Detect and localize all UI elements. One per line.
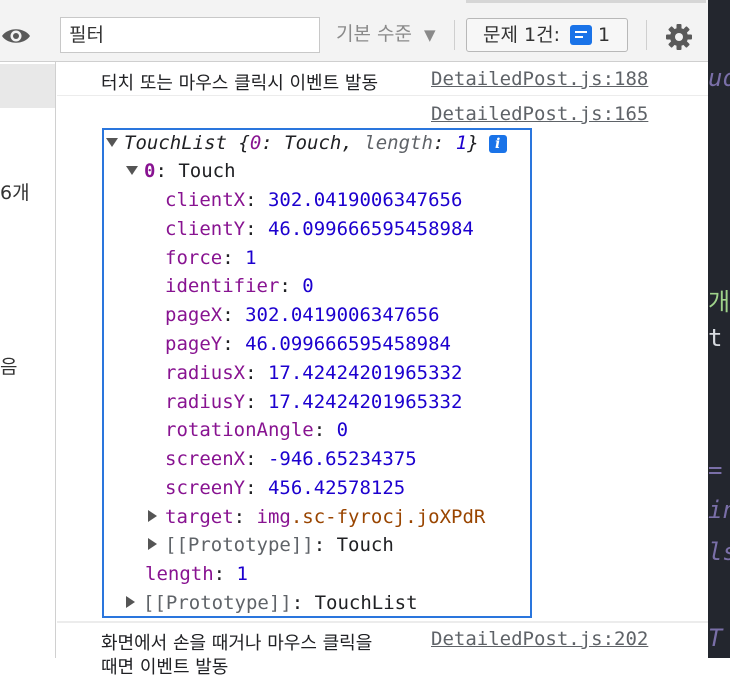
code-fragment: ud [708, 64, 730, 92]
log-message-text: 때면 이벤트 발동 [101, 657, 229, 678]
object-property-screenX: screenX: -946.65234375 [165, 448, 417, 471]
sidebar-item-label[interactable]: 6개 [0, 178, 30, 205]
object-prototype-touchlist[interactable]: [[Prototype]]: TouchList [126, 592, 418, 614]
code-fragment: t [708, 324, 723, 352]
issues-label: 문제 1건: [483, 24, 560, 46]
object-prototype-touch[interactable]: [[Prototype]]: Touch [148, 534, 394, 556]
property-key: rotationAngle [165, 419, 314, 442]
source-link[interactable]: DetailedPost.js:165 [431, 103, 648, 125]
object-header[interactable]: TouchList {0: Touch, length: 1} i [106, 132, 507, 154]
property-value: 17.42424201965332 [267, 361, 463, 384]
log-message-text: 화면에서 손을 때거나 마우스 클릭을 [101, 633, 373, 654]
property-key: clientX [165, 189, 246, 211]
console-message: 화면에서 손을 때거나 마우스 클릭을 때면 이벤트 발동 DetailedPo… [57, 622, 708, 678]
sidebar-selected-item[interactable] [0, 64, 55, 108]
source-link[interactable]: DetailedPost.js:188 [431, 68, 648, 90]
property-key: pageX [165, 304, 223, 327]
property-key: identifier [165, 275, 280, 298]
issues-button[interactable]: 문제 1건: 1 [466, 18, 628, 52]
property-value: 46.099666595458984 [245, 333, 451, 355]
toolbar-divider [646, 20, 647, 50]
toolbar-top-divider [466, 0, 706, 3]
property-value: 17.42424201965332 [267, 390, 463, 413]
log-level-label: 기본 수준 [336, 23, 412, 45]
collapsed-triangle-icon[interactable] [126, 596, 135, 608]
property-key: screenY [165, 477, 246, 499]
object-inspector: TouchList {0: Touch, length: 1} i 0: Touc… [102, 128, 532, 618]
object-property-radiusY: radiusY: 17.42424201965332 [165, 390, 463, 413]
expanded-triangle-icon[interactable] [126, 166, 138, 175]
property-value: 0 [336, 419, 349, 442]
log-message-text: 터치 또는 마우스 클릭시 이벤트 발동 [101, 73, 379, 94]
code-fragment: ls [708, 538, 730, 566]
sidebar-item-label[interactable]: 음 [0, 352, 17, 379]
object-property-force: force: 1 [165, 246, 257, 269]
issue-message-icon [569, 25, 592, 45]
property-value: 456.42578125 [267, 477, 406, 499]
property-value: -946.65234375 [267, 448, 417, 471]
property-key: screenX [165, 448, 246, 471]
log-level-dropdown[interactable]: 기본 수준 ▼ [336, 20, 436, 50]
object-property-pageY: pageY: 46.099666595458984 [165, 333, 451, 355]
object-property-identifier: identifier: 0 [165, 275, 314, 298]
object-property-target[interactable]: target: img.sc-fyrocj.joXPdR [148, 506, 485, 528]
property-value: 46.099666595458984 [267, 217, 474, 240]
object-property-screenY: screenY: 456.42578125 [165, 477, 406, 499]
collapsed-triangle-icon[interactable] [148, 538, 157, 550]
object-property-pageX: pageX: 302.0419006347656 [165, 304, 440, 327]
console-toolbar: 필터 기본 수준 ▼ 문제 1건: 1 [0, 0, 708, 62]
chevron-down-icon: ▼ [424, 26, 436, 44]
property-key: pageY [165, 333, 223, 355]
console-sidebar: 6개 음 [0, 62, 56, 658]
object-entry-0[interactable]: 0: Touch [126, 160, 236, 182]
property-key: radiusX [165, 361, 246, 384]
property-value: 0 [302, 275, 314, 298]
code-fragment: T [708, 624, 723, 652]
eye-icon[interactable] [0, 24, 32, 48]
object-property-radiusX: radiusX: 17.42424201965332 [165, 361, 463, 384]
issues-count: 1 [597, 24, 611, 46]
object-property-clientY: clientY: 46.099666595458984 [165, 217, 474, 240]
code-editor-fragment: ud 개니 t = in ls T [708, 0, 730, 658]
info-icon[interactable]: i [488, 135, 507, 153]
property-value: 1 [245, 246, 257, 269]
object-property-clientX: clientX: 302.0419006347656 [165, 189, 463, 211]
expanded-triangle-icon[interactable] [106, 138, 118, 147]
source-link[interactable]: DetailedPost.js:202 [431, 628, 648, 650]
property-key: force [165, 246, 223, 269]
gear-icon[interactable] [664, 22, 696, 52]
filter-input[interactable]: 필터 [60, 17, 320, 53]
property-key: clientY [165, 217, 246, 240]
code-fragment: 개니 [708, 288, 730, 316]
collapsed-triangle-icon[interactable] [148, 510, 157, 522]
property-value: 302.0419006347656 [245, 304, 440, 327]
property-key: radiusY [165, 390, 246, 413]
object-property-rotationAngle: rotationAngle: 0 [165, 419, 349, 442]
code-fragment: = [708, 456, 723, 484]
property-value: 302.0419006347656 [267, 189, 463, 211]
console-message: 터치 또는 마우스 클릭시 이벤트 발동 DetailedPost.js:188 [57, 62, 708, 96]
toolbar-divider [454, 20, 455, 50]
object-property-length: length: 1 [145, 563, 248, 585]
code-fragment: in [708, 496, 730, 524]
